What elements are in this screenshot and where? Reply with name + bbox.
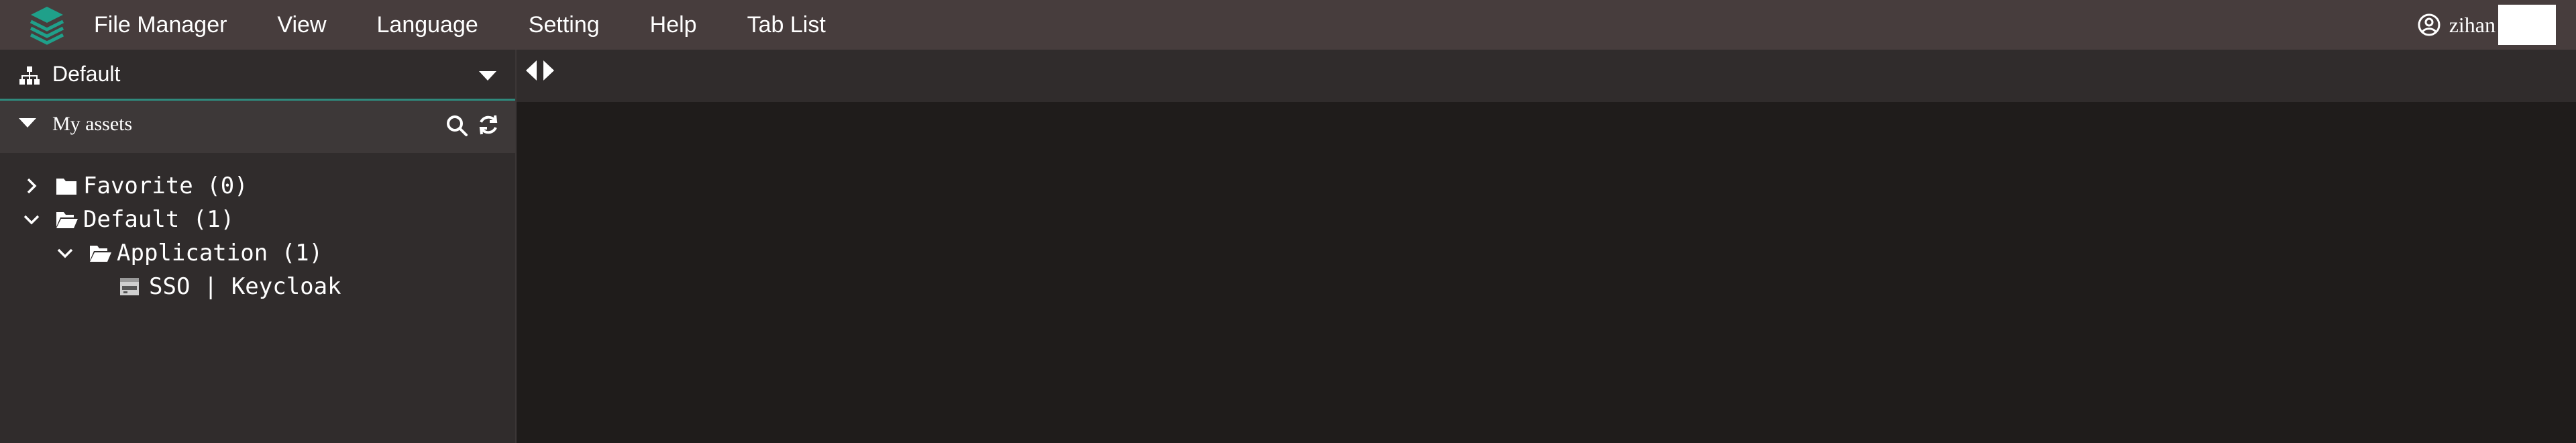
menu-setting[interactable]: Setting [529,12,600,38]
sitemap-icon [19,66,40,85]
user-name: zihan [2449,12,2496,37]
folder-open-icon [56,212,78,228]
menu-language[interactable]: Language [377,12,478,38]
tree-item-label: Application (1) [117,240,323,266]
tree-item-label: Default (1) [83,206,235,233]
menu-bar: File Manager View Language Setting Help … [94,0,876,50]
app-logo-icon[interactable] [27,4,67,46]
tab-bar [517,50,2576,102]
scroll-right-icon[interactable] [543,60,554,81]
user-menu[interactable]: zihan [2417,0,2576,50]
tree-item-label: Favorite (0) [83,173,248,199]
redacted-user-box [2498,5,2556,45]
tree-item-default[interactable]: Default (1) [23,204,234,235]
chevron-down-icon[interactable] [56,244,74,262]
tree-item-application[interactable]: Application (1) [56,238,323,268]
workspace-label: Default [52,62,121,86]
chevron-down-icon[interactable] [23,211,40,228]
folder-open-icon [90,246,111,262]
user-circle-icon [2418,13,2440,36]
menu-tab-list[interactable]: Tab List [747,12,826,38]
top-bar: File Manager View Language Setting Help … [0,0,2576,50]
sidebar: Default My assets Favorite (0) Default (… [0,50,517,443]
menu-help[interactable]: Help [650,12,697,38]
menu-view[interactable]: View [277,12,326,38]
workspace-selector[interactable]: Default [0,50,515,101]
main-content-area [517,102,2576,443]
scroll-left-icon[interactable] [526,60,537,81]
tree-item-sso-keycloak[interactable]: SSO | Keycloak [119,271,341,302]
folder-icon [56,179,76,195]
caret-down-icon[interactable] [479,71,496,81]
tree-item-favorite[interactable]: Favorite (0) [23,170,248,201]
assets-label: My assets [52,113,133,135]
chevron-right-icon[interactable] [23,177,40,195]
caret-down-icon[interactable] [19,118,36,128]
refresh-icon[interactable] [476,113,500,137]
web-app-icon [120,278,139,295]
search-icon[interactable] [445,114,468,137]
menu-file-manager[interactable]: File Manager [94,12,227,38]
tree-item-label: SSO | Keycloak [149,273,341,300]
